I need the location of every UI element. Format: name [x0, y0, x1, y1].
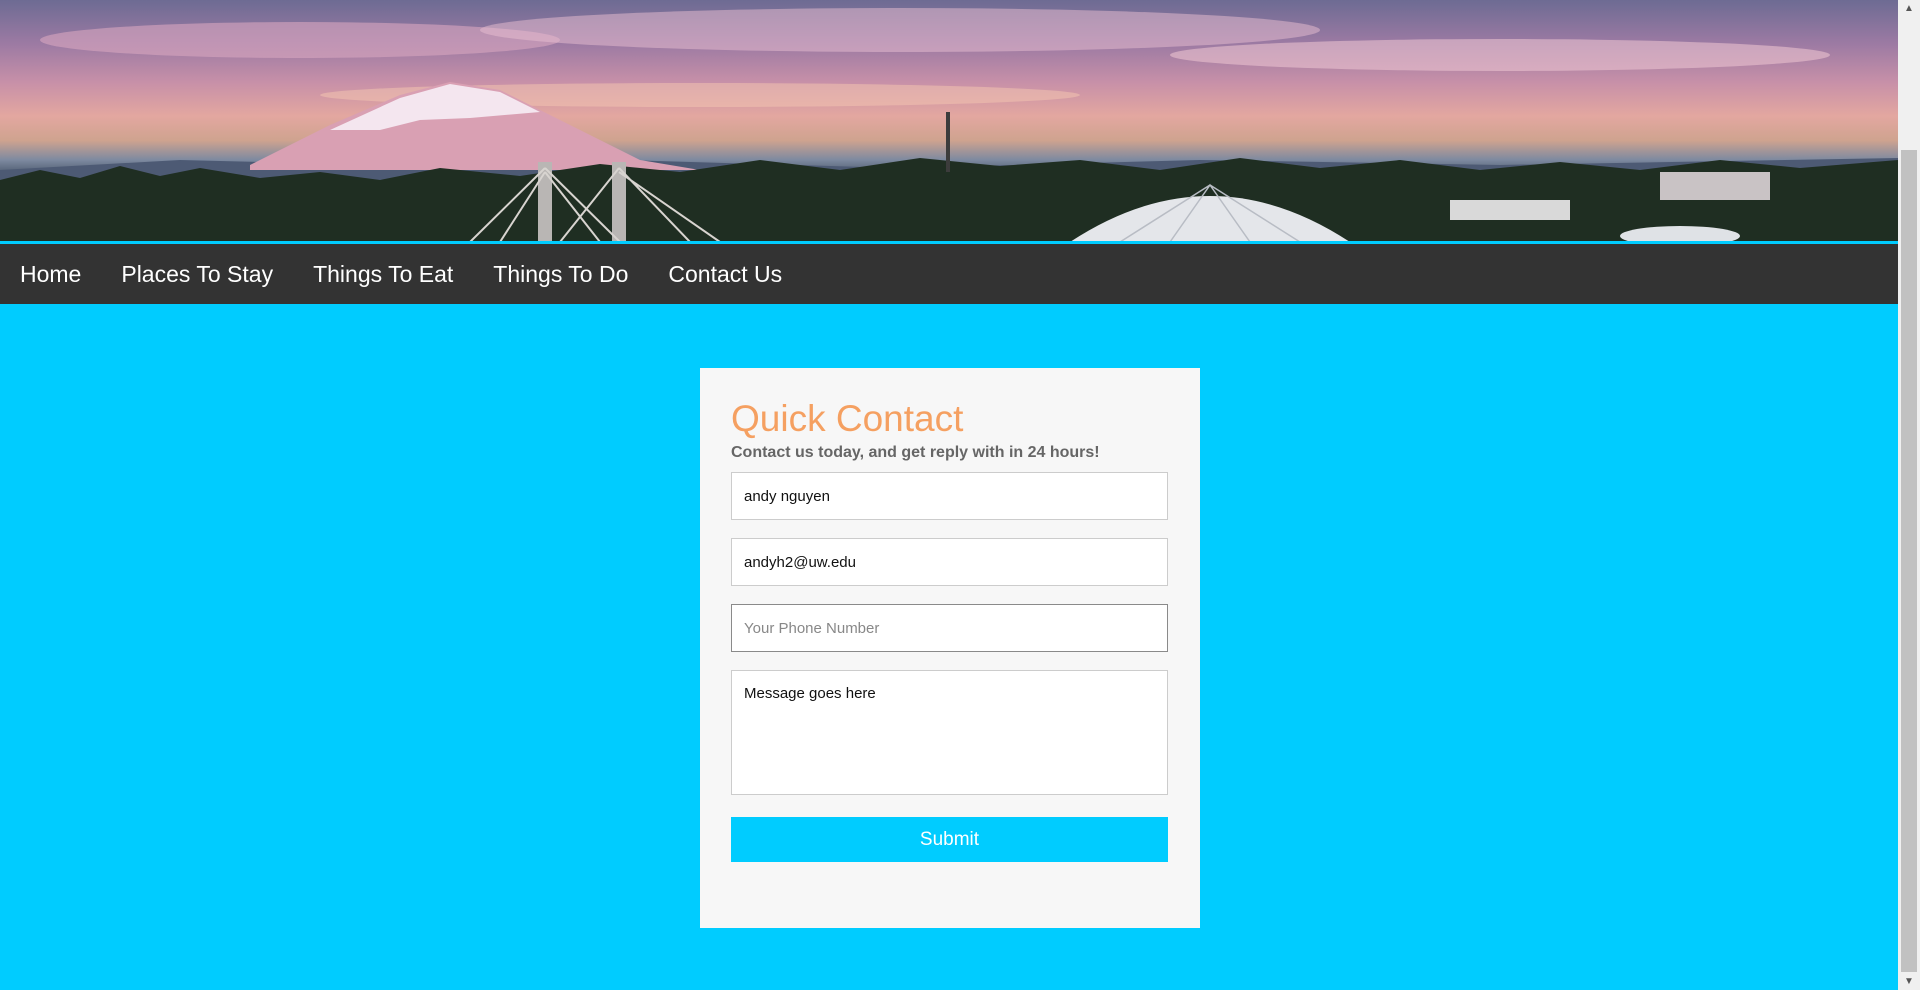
- name-field[interactable]: [731, 472, 1168, 520]
- nav-item-contact-us[interactable]: Contact Us: [668, 244, 782, 304]
- hero-banner-image: [0, 0, 1898, 242]
- email-field[interactable]: [731, 538, 1168, 586]
- nav-item-things-to-eat[interactable]: Things To Eat: [313, 244, 453, 304]
- vertical-scrollbar[interactable]: ▲ ▼: [1898, 0, 1920, 990]
- submit-button[interactable]: Submit: [731, 817, 1168, 862]
- scroll-up-arrow-icon[interactable]: ▲: [1898, 0, 1920, 17]
- contact-title: Quick Contact: [731, 398, 964, 439]
- quick-contact-card: Quick Contact Contact us today, and get …: [700, 368, 1200, 928]
- message-field[interactable]: Message goes here: [731, 670, 1168, 795]
- nav-item-things-to-do[interactable]: Things To Do: [493, 244, 628, 304]
- main-nav: Home Places To Stay Things To Eat Things…: [0, 244, 1898, 304]
- phone-field[interactable]: [731, 604, 1168, 652]
- landscape-illustration: [0, 8, 1898, 242]
- contact-subtitle: Contact us today, and get reply with in …: [731, 444, 1100, 461]
- scrollbar-thumb[interactable]: [1901, 150, 1917, 972]
- scroll-down-arrow-icon[interactable]: ▼: [1898, 973, 1920, 990]
- nav-item-places-to-stay[interactable]: Places To Stay: [121, 244, 273, 304]
- nav-item-home[interactable]: Home: [20, 244, 81, 304]
